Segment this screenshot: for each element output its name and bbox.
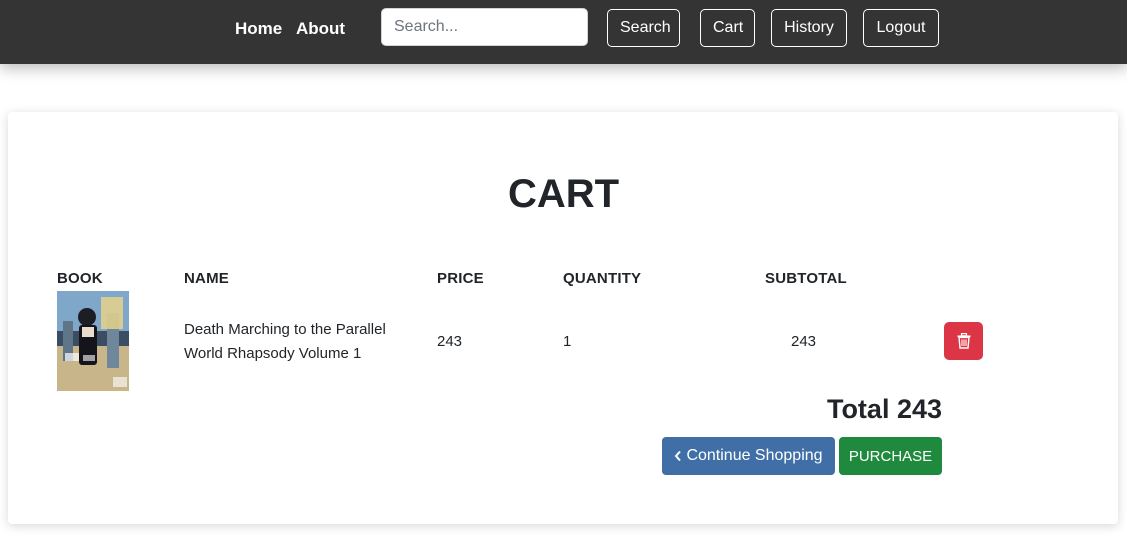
page-title: CART — [507, 172, 620, 216]
item-name-line2: World Rhapsody Volume 1 — [184, 345, 362, 362]
history-button[interactable]: History — [771, 9, 847, 47]
delete-item-button[interactable] — [944, 322, 983, 360]
chevron-left-icon — [675, 450, 682, 462]
nav-home-link[interactable]: Home — [235, 19, 282, 39]
item-price: 243 — [437, 333, 463, 350]
purchase-button[interactable]: PURCHASE — [839, 437, 942, 475]
column-header-name: NAME — [184, 270, 229, 287]
continue-shopping-label: Continue Shopping — [686, 447, 823, 464]
cart-button[interactable]: Cart — [700, 9, 755, 47]
item-subtotal: 243 — [791, 333, 817, 350]
item-quantity: 1 — [563, 333, 572, 350]
nav-about-link[interactable]: About — [296, 19, 345, 39]
search-button[interactable]: Search — [607, 9, 680, 47]
book-cover-art — [57, 291, 129, 391]
cart-total: Total 243 — [826, 394, 942, 424]
book-cover-image — [57, 291, 129, 391]
column-header-subtotal: SUBTOTAL — [765, 270, 847, 287]
column-header-price: PRICE — [437, 270, 484, 287]
column-header-quantity: QUANTITY — [563, 270, 642, 287]
top-navbar: Home About Search Cart History Logout — [0, 0, 1127, 64]
continue-shopping-button[interactable]: Continue Shopping — [662, 437, 835, 475]
trash-icon — [957, 333, 970, 349]
search-input[interactable] — [381, 8, 588, 46]
item-name-line1: Death Marching to the Parallel — [184, 321, 386, 338]
logout-button[interactable]: Logout — [863, 9, 939, 47]
column-header-book: BOOK — [57, 270, 103, 287]
